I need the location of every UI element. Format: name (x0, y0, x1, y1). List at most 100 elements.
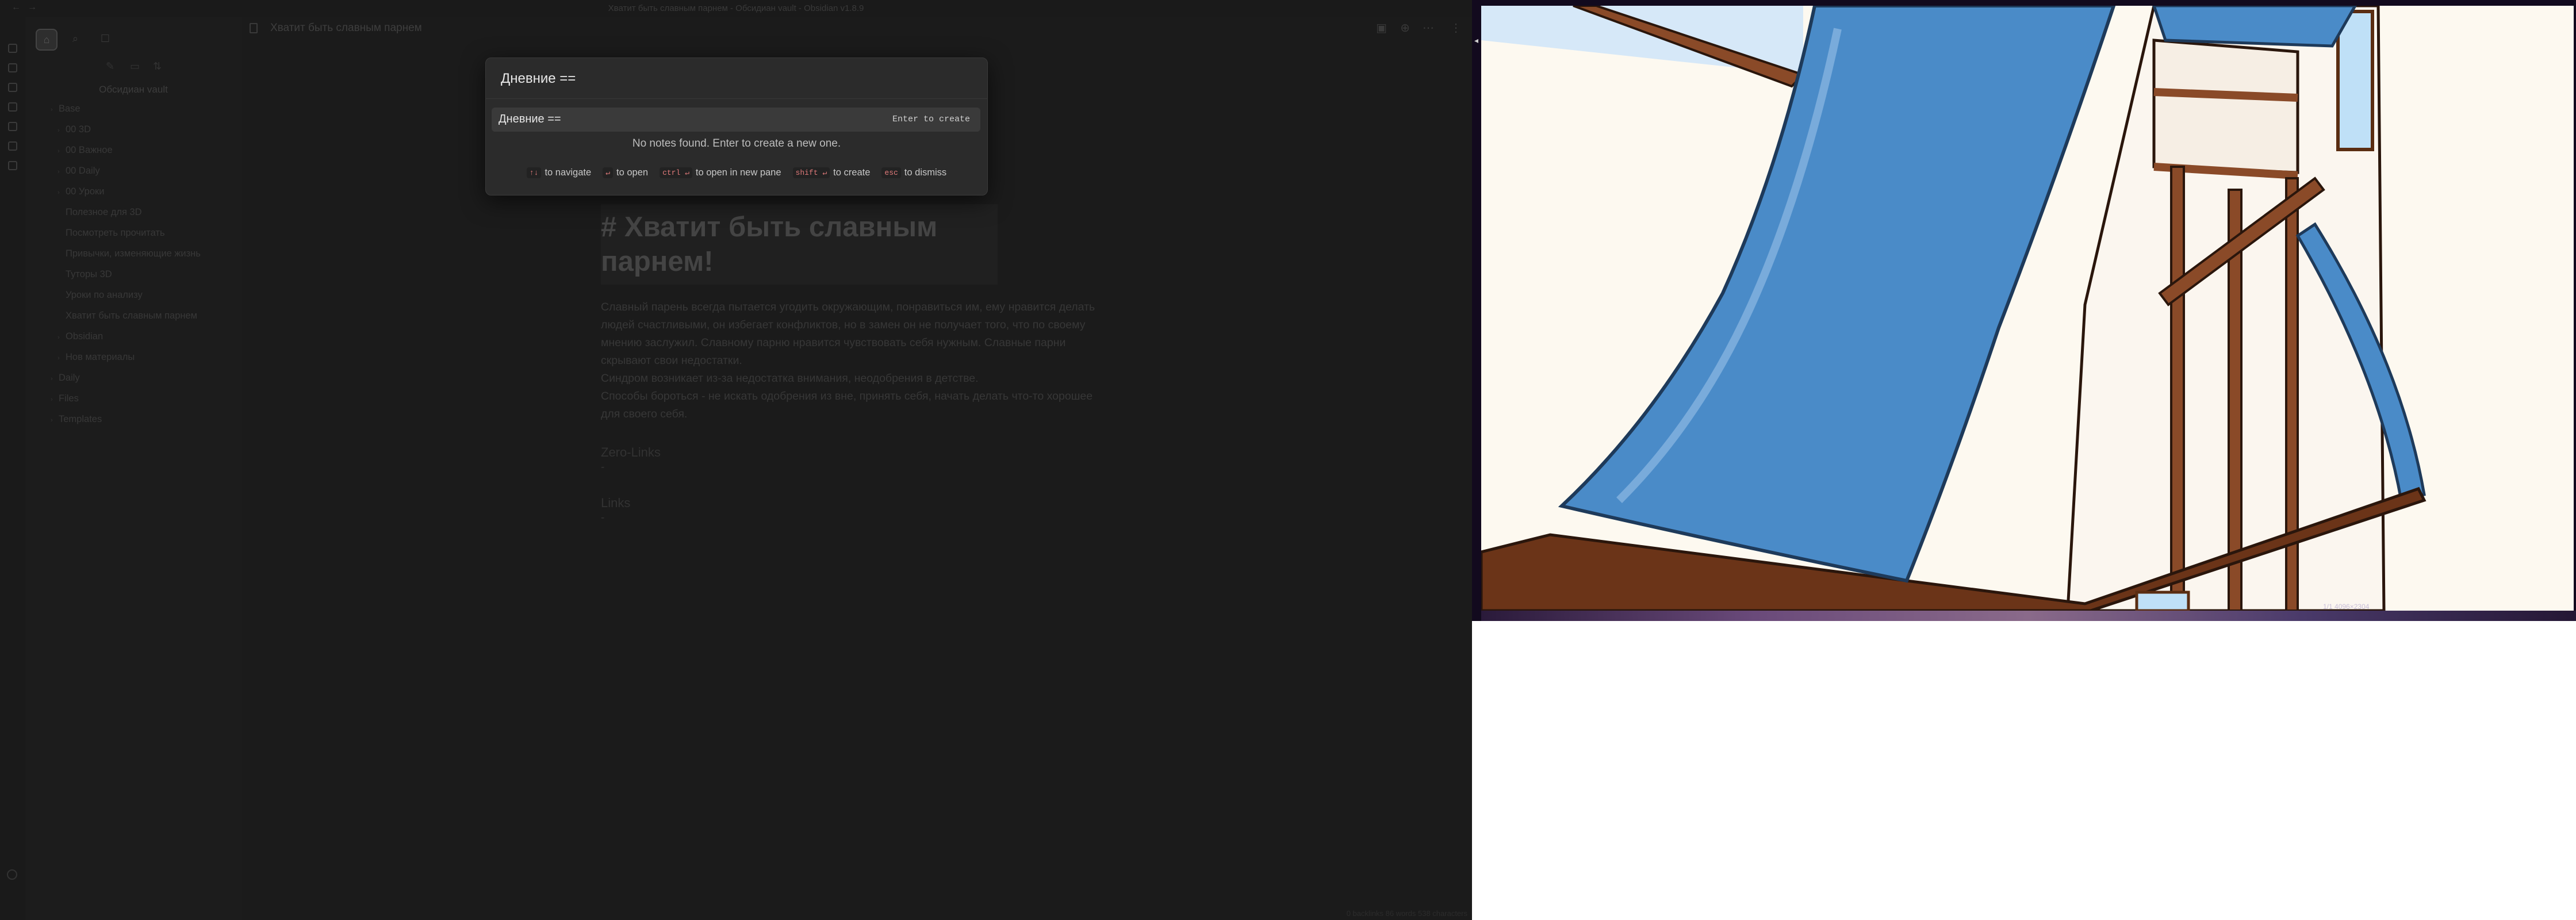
instruction-label: to open (616, 167, 649, 178)
templates-icon[interactable] (8, 122, 17, 131)
sidebar-toggle-icon[interactable]: ⋮ (1450, 21, 1462, 35)
suggestion-item[interactable]: Дневние == Enter to create (492, 108, 980, 132)
quick-switcher-input[interactable] (501, 66, 972, 91)
tree-folder[interactable]: › 00 3D (57, 124, 91, 135)
note-content[interactable]: # Хватит быть славным парнем! Славный па… (601, 204, 1343, 524)
left-ribbon (0, 17, 26, 920)
chevron-right-icon[interactable]: › (57, 334, 66, 341)
chevron-right-icon[interactable]: › (51, 375, 59, 382)
key-hint: esc (881, 167, 901, 178)
tree-file[interactable]: Туторы 3D (57, 269, 112, 280)
more-options-icon[interactable]: ⋯ (1423, 21, 1434, 35)
tree-item-label: Посмотреть прочитать (66, 228, 165, 238)
empty-state-message: No notes found. Enter to create a new on… (632, 137, 841, 150)
tree-item-label: Уроки по анализу (66, 290, 143, 300)
chevron-right-icon[interactable]: › (51, 417, 59, 424)
tree-item-label: Привычки, изменяющие жизнь (66, 248, 201, 259)
tree-item-label: Base (59, 103, 80, 114)
note-paragraph: Способы бороться - не искать одобрения и… (601, 390, 1093, 420)
image-info-label: 1/1 4096×2304 (2323, 603, 2370, 611)
chevron-right-icon[interactable]: › (51, 106, 59, 113)
tree-folder[interactable]: › 00 Важное (57, 145, 113, 156)
instructions-bar: ↑↓ to navigate ↵ to open ctrl ↵ to open … (486, 167, 987, 178)
list-item: - (601, 512, 605, 524)
note-heading: # Хватит быть славным парнем! (601, 204, 998, 285)
instruction-label: to dismiss (904, 167, 947, 178)
reading-view-icon[interactable]: ▣ (1376, 21, 1387, 35)
sort-icon[interactable]: ⇅ (153, 60, 162, 72)
house-illustration[interactable] (1481, 6, 2574, 611)
suggestion-title: Дневние == (499, 113, 561, 125)
key-hint: ↵ (603, 167, 613, 178)
chevron-right-icon[interactable]: › (57, 355, 66, 362)
timber-post (2170, 166, 2185, 611)
vault-name: Обсидиан vault (99, 84, 168, 95)
list-item: - (601, 461, 605, 473)
tree-item-label: 00 Уроки (66, 186, 105, 197)
tree-file[interactable]: Хватит быть славным парнем (57, 310, 197, 321)
zero-links-heading: Zero-Links (601, 445, 661, 459)
chevron-right-icon[interactable]: › (57, 148, 66, 155)
help-icon[interactable] (7, 869, 17, 880)
image-viewer-window: ◂ 1/1 4096×2304 (1472, 0, 2576, 621)
tree-folder[interactable]: › Daily (51, 373, 80, 384)
tree-item-label: Daily (59, 373, 80, 383)
tree-folder[interactable]: › Obsidian (57, 331, 103, 342)
window-title: Хватит быть славным парнем - Обсидиан va… (608, 3, 864, 13)
tree-item-label: Obsidian (66, 331, 103, 342)
chevron-right-icon[interactable]: › (57, 127, 66, 134)
key-hint: ↑↓ (526, 167, 542, 178)
tree-file[interactable]: Полезное для 3D (57, 207, 142, 218)
tree-folder[interactable]: › Нов материалы (57, 352, 135, 363)
files-icon[interactable] (8, 44, 17, 53)
key-hint: shift ↵ (792, 167, 830, 178)
canvas-icon[interactable] (8, 83, 17, 92)
divider (486, 98, 987, 99)
tree-item-label: Нов материалы (66, 352, 135, 362)
tree-item-label: Files (59, 393, 79, 404)
command-palette-icon[interactable] (8, 141, 17, 151)
instruction-open: ↵ to open (603, 167, 648, 178)
tree-folder[interactable]: › Templates (51, 414, 102, 425)
title-bar: ← → Хватит быть славным парнем - Обсидиа… (0, 0, 1472, 17)
chevron-right-icon[interactable]: › (51, 396, 59, 403)
files-tab[interactable]: ⌂ (36, 29, 57, 51)
graph-icon[interactable] (8, 63, 17, 72)
tree-file[interactable]: Уроки по анализу (57, 290, 143, 301)
note-title[interactable]: Хватит быть славным парнем (270, 22, 422, 34)
add-icon[interactable]: ⊕ (1400, 21, 1410, 35)
tree-item-label: 00 3D (66, 124, 91, 135)
view-header: Хватит быть славным парнем ▣ ⊕ ⋯ ⋮ (241, 17, 1472, 40)
note-paragraph: Синдром возникает из-за недостатка внима… (601, 372, 979, 385)
tree-file[interactable]: Привычки, изменяющие жизнь (57, 248, 201, 259)
tree-item-label: Хватит быть славным парнем (66, 310, 198, 321)
tree-item-label: 00 Daily (66, 166, 100, 176)
key-hint: ctrl ↵ (660, 167, 692, 178)
daily-note-icon[interactable] (8, 102, 17, 112)
small-window (2135, 591, 2190, 611)
instruction-label: to open in new pane (695, 167, 781, 178)
new-note-icon[interactable]: ✎ (106, 60, 114, 72)
search-tab[interactable]: ⌕ (66, 29, 85, 48)
tree-item-label: Туторы 3D (66, 269, 112, 279)
suggestion-hint: Enter to create (892, 114, 970, 124)
instruction-label: to create (833, 167, 871, 178)
tree-folder[interactable]: › 00 Daily (57, 166, 100, 177)
chevron-right-icon[interactable]: › (57, 168, 66, 175)
instruction-label: to navigate (545, 167, 592, 178)
note-paragraph: Славный парень всегда пытается угодить о… (601, 301, 1095, 367)
tower-window (2336, 10, 2374, 151)
chevron-right-icon[interactable]: › (57, 189, 66, 196)
tree-folder[interactable]: › Base (51, 103, 80, 114)
tree-file[interactable]: Посмотреть прочитать (57, 228, 165, 239)
viewer-edge-marker: ◂ (1474, 36, 1479, 45)
instruction-new-pane: ctrl ↵ to open in new pane (660, 167, 781, 178)
tree-folder[interactable]: › Files (51, 393, 79, 404)
balcony (2152, 39, 2299, 174)
tree-item-label: 00 Важное (66, 145, 113, 155)
document-icon (250, 23, 258, 33)
new-folder-icon[interactable]: ▭ (130, 60, 140, 72)
publish-icon[interactable] (8, 161, 17, 170)
tree-folder[interactable]: › 00 Уроки (57, 186, 104, 197)
bookmarks-tab[interactable]: ☐ (95, 29, 115, 48)
